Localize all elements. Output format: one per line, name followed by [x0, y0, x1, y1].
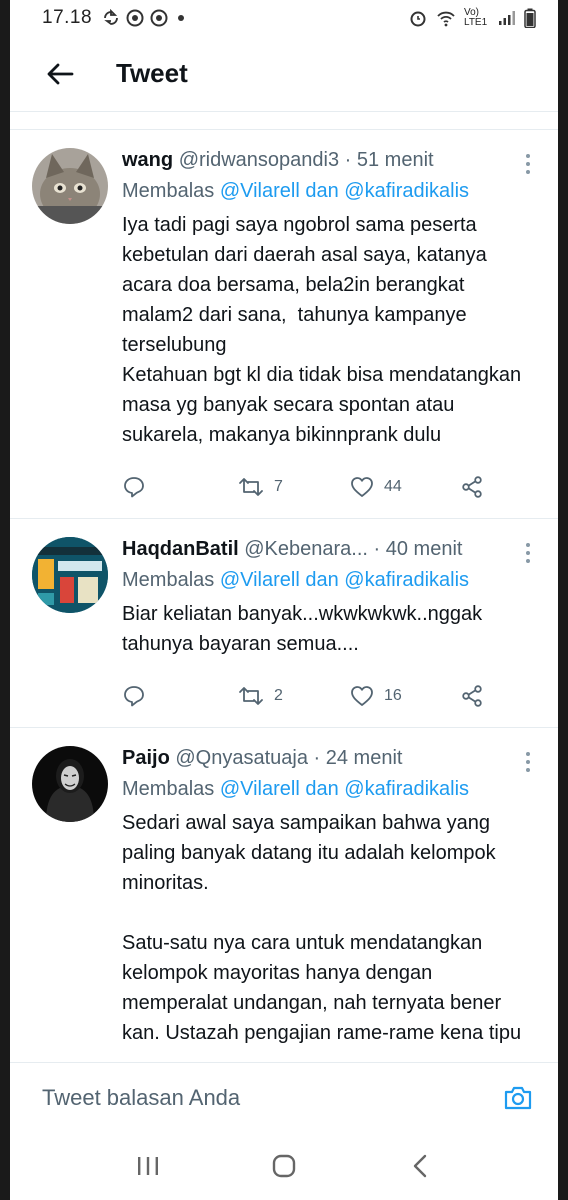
reply-input[interactable]: Tweet balasan Anda — [42, 1085, 240, 1111]
tweet-meta: wang @ridwansopandi3 · 51 menit — [122, 149, 434, 171]
tweet-text: Sedari awal saya sampaikan bahwa yang pa… — [122, 812, 522, 1044]
status-bar: 17.18 Vo) LTE1 — [10, 0, 558, 36]
tweet-item[interactable]: Paijo @Qnyasatuaja · 24 menit Membalas @… — [10, 728, 558, 1048]
sync-icon — [104, 9, 118, 25]
camera-icon — [504, 1086, 532, 1109]
replying-to: Membalas @Vilarell dan @kafiradikalis — [122, 569, 470, 591]
share-icon — [462, 685, 482, 707]
system-nav-bar — [10, 1132, 558, 1200]
chrome-icon — [126, 9, 144, 27]
replying-to: Membalas @Vilarell dan @kafiradikalis — [122, 180, 470, 202]
back-icon — [413, 1154, 427, 1178]
frame-edge-left — [0, 0, 10, 1200]
battery-icon — [524, 8, 536, 28]
like-button[interactable]: 16 — [350, 685, 450, 707]
retweet-icon — [239, 478, 263, 496]
system-back-button[interactable] — [390, 1141, 450, 1191]
author-handle[interactable]: @Qnyasatuaja — [175, 747, 308, 769]
retweet-icon — [239, 687, 263, 705]
like-count: 16 — [384, 687, 402, 704]
tweet-time[interactable]: 40 menit — [386, 538, 463, 560]
avatar[interactable] — [32, 746, 108, 822]
tweet-actions: 2 16 — [122, 665, 538, 727]
tweet-time[interactable]: 51 menit — [357, 149, 434, 171]
home-icon — [272, 1154, 296, 1178]
replying-to: Membalas @Vilarell dan @kafiradikalis — [122, 778, 470, 800]
alarm-icon — [410, 11, 426, 27]
top-app-bar: Tweet — [10, 36, 558, 112]
like-icon — [351, 477, 373, 497]
avatar-masked-figure-image — [32, 746, 108, 822]
avatar-poster-image — [32, 537, 108, 613]
back-button[interactable] — [30, 44, 90, 104]
tweet-actions: 7 44 — [122, 456, 538, 518]
retweet-button[interactable]: 7 — [238, 475, 334, 499]
mention-link[interactable]: @kafiradikalis — [344, 778, 469, 800]
recents-button[interactable] — [118, 1141, 178, 1191]
author-name[interactable]: wang — [122, 149, 173, 171]
wifi-icon — [437, 11, 455, 27]
tweet-item[interactable]: HaqdanBatil @Kebenara... · 40 menit Memb… — [10, 519, 558, 728]
home-button[interactable] — [254, 1141, 314, 1191]
mention-link[interactable]: @kafiradikalis — [344, 569, 469, 591]
camera-button[interactable] — [498, 1078, 538, 1118]
tweet-text: Biar keliatan banyak...wkwkwkwk..nggak t… — [122, 603, 488, 655]
mention-link[interactable]: @kafiradikalis — [344, 180, 469, 202]
frame-edge-right — [558, 0, 568, 1200]
retweet-count: 2 — [274, 687, 283, 704]
reply-icon — [124, 477, 144, 498]
avatar-cat-image — [32, 148, 108, 224]
notification-dot-icon — [178, 15, 185, 21]
more-icon[interactable] — [516, 152, 540, 176]
tweet-meta: Paijo @Qnyasatuaja · 24 menit — [122, 747, 403, 769]
reply-composer[interactable]: Tweet balasan Anda — [10, 1062, 558, 1132]
previous-tweet-edge — [10, 112, 558, 130]
recents-icon — [138, 1157, 158, 1175]
mention-link[interactable]: @Vilarell — [220, 180, 300, 202]
like-icon — [351, 686, 373, 706]
status-time: 17.18 — [42, 7, 93, 28]
author-handle[interactable]: @ridwansopandi3 — [179, 149, 339, 171]
back-arrow-icon — [47, 63, 74, 84]
retweet-button[interactable]: 2 — [238, 684, 334, 708]
retweet-count: 7 — [274, 478, 283, 495]
more-icon[interactable] — [516, 541, 540, 565]
tweet-text: Iya tadi pagi saya ngobrol sama peserta … — [122, 214, 522, 446]
share-button[interactable] — [460, 684, 484, 708]
tweet-time[interactable]: 24 menit — [326, 747, 403, 769]
share-icon — [462, 476, 482, 498]
chrome-icon-2 — [150, 9, 168, 27]
reply-button[interactable] — [122, 475, 238, 499]
author-name[interactable]: HaqdanBatil — [122, 538, 239, 560]
network-label: Vo) LTE1 — [464, 7, 488, 28]
tweet-item[interactable]: wang @ridwansopandi3 · 51 menit Membalas… — [10, 130, 558, 519]
mention-link[interactable]: @Vilarell — [220, 569, 300, 591]
signal-icon — [499, 11, 515, 25]
mention-link[interactable]: @Vilarell — [220, 778, 300, 800]
tweet-feed[interactable]: wang @ridwansopandi3 · 51 menit Membalas… — [10, 112, 558, 1062]
reply-icon — [124, 686, 144, 707]
more-icon[interactable] — [516, 750, 540, 774]
author-name[interactable]: Paijo — [122, 747, 170, 769]
avatar[interactable] — [32, 148, 108, 224]
reply-button[interactable] — [122, 684, 238, 708]
author-handle[interactable]: @Kebenara... — [244, 538, 368, 560]
page-title: Tweet — [116, 58, 188, 88]
like-count: 44 — [384, 478, 402, 495]
share-button[interactable] — [460, 475, 484, 499]
tweet-meta: HaqdanBatil @Kebenara... · 40 menit — [122, 538, 463, 560]
avatar[interactable] — [32, 537, 108, 613]
like-button[interactable]: 44 — [350, 476, 450, 498]
